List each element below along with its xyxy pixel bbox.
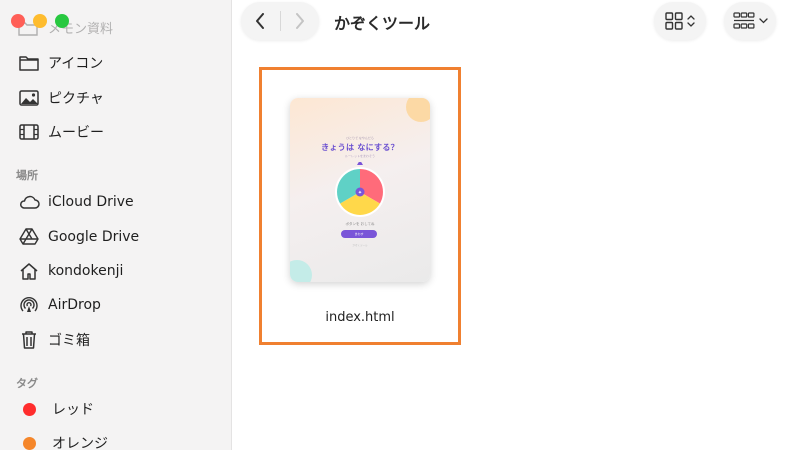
up-down-chevron-icon bbox=[687, 15, 695, 27]
decorative-blob bbox=[406, 98, 430, 122]
sidebar-tag-red[interactable]: レッド bbox=[18, 397, 94, 421]
thumbnail-button: まわす bbox=[341, 230, 377, 238]
window-controls bbox=[11, 14, 69, 28]
google-drive-icon bbox=[18, 226, 40, 248]
grid-view-icon bbox=[665, 12, 683, 30]
svg-text:✦: ✦ bbox=[358, 190, 362, 196]
sidebar-item-label: iCloud Drive bbox=[48, 194, 134, 210]
sidebar-item-airdrop[interactable]: AirDrop bbox=[18, 293, 101, 317]
film-icon bbox=[18, 121, 40, 143]
thumbnail-caption: ボタンを おしてね bbox=[345, 222, 375, 226]
roulette-wheel-icon: ✦ bbox=[335, 162, 385, 217]
minimize-button[interactable] bbox=[33, 14, 47, 28]
home-icon bbox=[18, 260, 40, 282]
back-button[interactable] bbox=[241, 2, 280, 40]
zoom-button[interactable] bbox=[55, 14, 69, 28]
navigation-buttons bbox=[241, 2, 319, 40]
tags-header: タグ bbox=[16, 377, 38, 390]
back-chevron-icon bbox=[256, 13, 265, 29]
sidebar: メモン資料 アイコン ピクチャ ムービー 場所 iCloud Drive Goo… bbox=[0, 0, 232, 450]
finder-window: メモン資料 アイコン ピクチャ ムービー 場所 iCloud Drive Goo… bbox=[0, 0, 800, 450]
toolbar: かぞくツール bbox=[233, 0, 800, 44]
sidebar-item-home[interactable]: kondokenji bbox=[18, 259, 123, 283]
sidebar-item-trash[interactable]: ゴミ箱 bbox=[18, 328, 90, 352]
sidebar-item-icons[interactable]: アイコン bbox=[18, 51, 103, 75]
tag-color-dot bbox=[23, 436, 36, 450]
view-mode-button[interactable] bbox=[654, 2, 706, 40]
thumbnail-small-text: ひとりで なやんだら bbox=[346, 136, 374, 140]
window-title: かぞくツール bbox=[334, 14, 431, 33]
trash-icon bbox=[18, 329, 40, 351]
thumbnail-subtitle: ルーレットをまわそう bbox=[344, 154, 375, 158]
sidebar-item-google-drive[interactable]: Google Drive bbox=[18, 225, 139, 249]
locations-header: 場所 bbox=[16, 169, 38, 182]
folder-icon bbox=[18, 52, 40, 74]
sidebar-item-label: アイコン bbox=[48, 56, 104, 72]
thumbnail-footer: かぞくツール bbox=[352, 244, 368, 247]
sidebar-item-label: ゴミ箱 bbox=[48, 333, 90, 349]
forward-chevron-icon bbox=[295, 13, 304, 29]
forward-button[interactable] bbox=[280, 2, 319, 40]
sidebar-item-label: オレンジ bbox=[52, 436, 108, 450]
sidebar-item-label: kondokenji bbox=[48, 263, 124, 279]
sidebar-item-label: レッド bbox=[52, 402, 94, 418]
sidebar-item-movies[interactable]: ムービー bbox=[18, 120, 104, 144]
close-button[interactable] bbox=[11, 14, 25, 28]
group-mode-button[interactable] bbox=[724, 2, 776, 40]
sidebar-item-icloud-drive[interactable]: iCloud Drive bbox=[18, 190, 134, 214]
cloud-icon bbox=[18, 191, 40, 213]
file-name-label[interactable]: index.html bbox=[262, 310, 458, 325]
thumbnail-title: きょうは なにする？ bbox=[321, 143, 399, 152]
sidebar-item-label: AirDrop bbox=[48, 297, 101, 313]
sidebar-item-label: ピクチャ bbox=[48, 91, 104, 107]
photo-icon bbox=[18, 87, 40, 109]
file-item-selected[interactable]: ひとりで なやんだら きょうは なにする？ ルーレットをまわそう ✦ ボタンを … bbox=[259, 67, 461, 345]
file-thumbnail[interactable]: ひとりで なやんだら きょうは なにする？ ルーレットをまわそう ✦ ボタンを … bbox=[290, 98, 430, 282]
sidebar-item-pictures[interactable]: ピクチャ bbox=[18, 86, 104, 110]
tag-color-dot bbox=[23, 402, 36, 416]
sidebar-item-label: Google Drive bbox=[48, 229, 140, 245]
chevron-down-icon bbox=[758, 18, 768, 24]
decorative-blob bbox=[290, 260, 312, 282]
group-gallery-icon bbox=[732, 12, 754, 29]
sidebar-item-label: ムービー bbox=[48, 125, 104, 141]
airdrop-icon bbox=[18, 294, 40, 316]
sidebar-tag-orange[interactable]: オレンジ bbox=[18, 431, 108, 450]
